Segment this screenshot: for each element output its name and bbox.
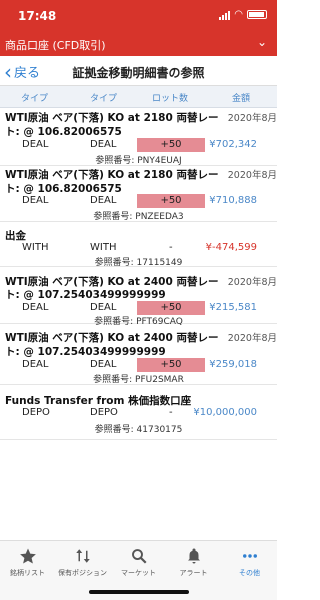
list-item[interactable]: 出金 WITH WITH - ¥-474,599 参照番号: 17115149: [0, 222, 277, 268]
entry-reference: 参照番号: PNZEEDA3: [93, 212, 184, 222]
entry-title: WTI原油 ベア(下落) KO at 2180 両替レー: [5, 112, 219, 124]
arrows-icon: [75, 549, 90, 563]
entry-title: WTI原油 ベア(下落) KO at 2180 両替レー: [5, 169, 219, 181]
entry-lots: +50: [137, 358, 205, 372]
entry-amount: ¥710,888: [209, 195, 257, 206]
entry-type: WITH: [22, 242, 49, 253]
entry-reference: 参照番号: PNY4EUAJ: [95, 156, 182, 166]
search-icon: [131, 549, 147, 564]
tab-more[interactable]: その他: [222, 547, 277, 578]
entry-reference: 参照番号: PFU2SMAR: [93, 375, 184, 385]
entry-reference: 参照番号: 41730175: [94, 425, 183, 435]
column-header-amount: 金額: [232, 94, 251, 104]
tab-watchlist[interactable]: 銘柄リスト: [0, 547, 55, 578]
status-icons: ◠: [219, 9, 267, 20]
entry-title: 出金: [5, 230, 26, 242]
entry-amount: ¥702,342: [209, 139, 257, 150]
column-header-lots: ロット数: [152, 94, 189, 104]
signal-icon: [219, 10, 231, 20]
entry-type-2: DEPO: [90, 407, 118, 418]
account-header[interactable]: 商品口座 (CFD取引) ⌄: [0, 32, 277, 56]
status-time: 17:48: [18, 9, 57, 23]
entry-lots: +50: [137, 301, 205, 315]
entry-date: 2020年8月: [227, 170, 277, 181]
tab-market[interactable]: マーケット: [111, 547, 166, 578]
status-bar: 17:48 ◠: [0, 0, 277, 32]
more-icon: [242, 554, 257, 558]
tab-label: 銘柄リスト: [10, 569, 45, 577]
entry-type: DEAL: [22, 139, 49, 150]
star-icon: [19, 548, 36, 564]
battery-icon: [247, 10, 267, 19]
entry-type: DEAL: [22, 302, 49, 313]
tab-alerts[interactable]: アラート: [166, 547, 221, 578]
column-headers: タイプ タイプ ロット数 金額: [0, 86, 277, 108]
entry-date: 2020年8月: [227, 277, 277, 288]
tab-label: その他: [239, 569, 260, 577]
entry-type-2: DEAL: [90, 359, 117, 370]
list-item[interactable]: WTI原油 ベア(下落) KO at 2180 両替レー 2020年8月 ト: …: [0, 109, 277, 166]
account-title: 商品口座 (CFD取引): [5, 39, 106, 52]
entry-amount: ¥-474,599: [205, 242, 257, 253]
entry-amount: ¥10,000,000: [193, 407, 257, 418]
tab-label: 保有ポジション: [58, 569, 107, 577]
entry-title-line2: ト: @ 106.82006575: [5, 183, 122, 195]
entry-title-line2: ト: @ 106.82006575: [5, 126, 122, 138]
entry-type-2: DEAL: [90, 302, 117, 313]
entry-date: 2020年8月: [227, 113, 277, 124]
tab-label: マーケット: [121, 569, 156, 577]
wifi-icon: ◠: [234, 9, 243, 20]
entry-title-line2: ト: @ 107.25403499999999: [5, 289, 166, 301]
entry-date: 2020年8月: [227, 333, 277, 344]
entry-amount: ¥259,018: [209, 359, 257, 370]
list-item[interactable]: WTI原油 ベア(下落) KO at 2400 両替レー 2020年8月 ト: …: [0, 267, 277, 327]
entry-type-2: WITH: [90, 242, 117, 253]
entry-type-2: DEAL: [90, 139, 117, 150]
home-indicator[interactable]: [89, 590, 189, 594]
entry-type: DEPO: [22, 407, 50, 418]
entry-amount: ¥215,581: [209, 302, 257, 313]
column-header-type: タイプ: [21, 94, 49, 104]
entry-title-line2: ト: @ 107.25403499999999: [5, 346, 166, 358]
column-header-type-2: タイプ: [90, 94, 118, 104]
bell-icon: [187, 548, 200, 564]
list-item[interactable]: WTI原油 ベア(下落) KO at 2180 両替レー 2020年8月 ト: …: [0, 166, 277, 222]
list-item[interactable]: Funds Transfer from 株価指数口座 DEPO DEPO - ¥…: [0, 385, 277, 440]
entry-lots: -: [169, 407, 173, 418]
entry-type: DEAL: [22, 359, 49, 370]
list-item[interactable]: WTI原油 ベア(下落) KO at 2400 両替レー 2020年8月 ト: …: [0, 324, 277, 385]
entry-lots: +50: [137, 194, 205, 208]
entry-type: DEAL: [22, 195, 49, 206]
entry-title: Funds Transfer from 株価指数口座: [5, 395, 192, 407]
chevron-down-icon[interactable]: ⌄: [257, 35, 267, 49]
nav-bar: ‹ 戻る 証拠金移動明細書の参照: [0, 56, 277, 86]
tab-label: アラート: [179, 569, 208, 577]
entry-lots: +50: [137, 138, 205, 152]
entry-title: WTI原油 ベア(下落) KO at 2400 両替レー: [5, 332, 219, 344]
entry-lots: -: [169, 242, 173, 253]
entry-type-2: DEAL: [90, 195, 117, 206]
page-title: 証拠金移動明細書の参照: [72, 66, 205, 80]
tab-positions[interactable]: 保有ポジション: [55, 547, 110, 578]
